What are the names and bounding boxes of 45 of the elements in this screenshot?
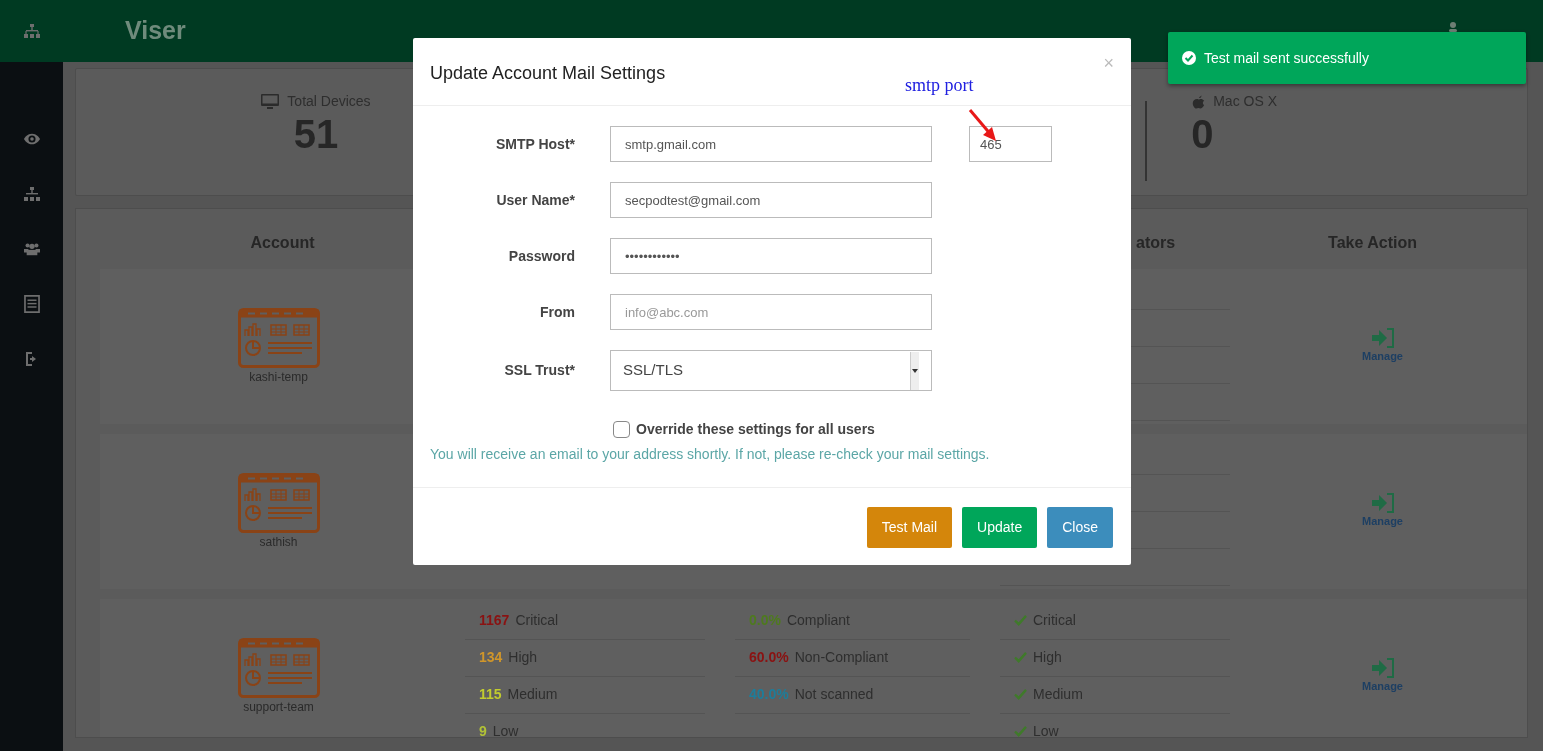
count-value: 115 bbox=[479, 685, 502, 704]
user-icon bbox=[1448, 22, 1458, 32]
modal-button[interactable]: Test Mail bbox=[866, 507, 953, 548]
modal-button[interactable]: Close bbox=[1047, 507, 1113, 548]
checkbox[interactable] bbox=[613, 421, 630, 438]
monitor-icon bbox=[261, 94, 280, 109]
port-field[interactable]: 465 bbox=[969, 126, 1052, 162]
count-value: 40.0% bbox=[749, 685, 789, 704]
sitemap-icon[interactable] bbox=[23, 22, 40, 40]
modal-title: Update Account Mail Settings bbox=[430, 63, 666, 83]
dashboard-icon bbox=[237, 307, 320, 368]
count-value: 134 bbox=[479, 648, 503, 667]
count-value: 1167 bbox=[479, 611, 510, 630]
dashboard-icon bbox=[237, 472, 320, 533]
annotation-text: smtp port bbox=[905, 74, 974, 97]
caret-icon bbox=[912, 368, 918, 373]
check-circle-icon bbox=[1182, 51, 1196, 65]
apple-icon bbox=[1191, 94, 1206, 109]
toast-message: Test mail sent successfully bbox=[1204, 48, 1369, 68]
check-icon bbox=[1014, 652, 1027, 663]
field-label: Password bbox=[507, 246, 575, 266]
input-field[interactable]: info@abc.com bbox=[610, 294, 932, 330]
sitemap-icon[interactable] bbox=[23, 185, 40, 203]
count-value: 0.0% bbox=[749, 611, 781, 630]
input-field[interactable]: smtp.gmail.com bbox=[610, 126, 932, 162]
check-icon bbox=[1014, 689, 1027, 700]
select-field[interactable]: SSL/TLS bbox=[610, 350, 932, 391]
app-title: Viser bbox=[125, 15, 186, 47]
field-label: SSL Trust* bbox=[503, 361, 575, 380]
dashboard-icon bbox=[237, 637, 320, 698]
count-value: 60.0% bbox=[749, 648, 789, 667]
list-icon[interactable] bbox=[23, 295, 40, 313]
close-button[interactable]: × bbox=[1103, 54, 1114, 72]
info-text: You will receive an email to your address shortly. If not, please re-check your mail settings. bbox=[429, 445, 991, 464]
field-label: User Name* bbox=[495, 190, 575, 210]
check-icon bbox=[1014, 726, 1027, 737]
modal-button[interactable]: Update bbox=[962, 507, 1038, 548]
count-value: 9 bbox=[479, 722, 487, 737]
field-label: SMTP Host* bbox=[494, 134, 575, 154]
input-field[interactable]: secpodtest@gmail.com bbox=[610, 182, 932, 218]
input-field[interactable]: •••••••••••• bbox=[610, 238, 932, 274]
checkbox-label: Override these settings for all users bbox=[636, 420, 875, 439]
field-label: From bbox=[539, 302, 575, 322]
check-icon bbox=[1014, 615, 1027, 626]
users-icon[interactable] bbox=[23, 240, 40, 258]
